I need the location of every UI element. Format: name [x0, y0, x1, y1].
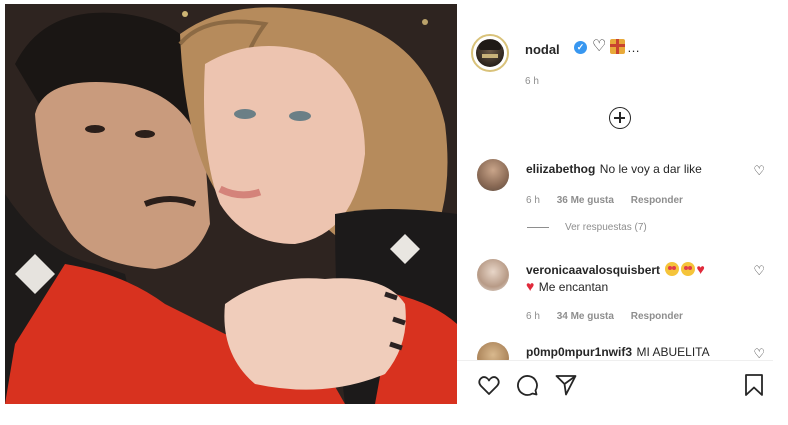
comment-meta: 6 h 36 Me gusta Responder — [526, 195, 697, 206]
post-side-panel: nodal ✓ ♡ … 6 h eliizabethog No le voy a… — [457, 4, 773, 404]
comment-username[interactable]: veronicaavalosquisbert — [526, 263, 660, 277]
author-username[interactable]: nodal — [525, 42, 560, 57]
reply-button[interactable]: Responder — [631, 311, 683, 322]
comment-username[interactable]: p0mp0mpur1nwif3 — [526, 345, 632, 359]
comment-like-icon[interactable]: ♡ — [753, 263, 765, 279]
comment-username[interactable]: eliizabethog — [526, 162, 595, 176]
comment-likes[interactable]: 36 Me gusta — [557, 195, 614, 206]
couple-selfie-image — [5, 4, 457, 404]
post-header: nodal ✓ ♡ … 6 h — [471, 34, 761, 87]
verified-badge-icon: ✓ — [574, 41, 587, 54]
heart-eyes-emoji-icon — [664, 262, 679, 276]
commenter-avatar[interactable] — [477, 159, 509, 191]
commenter-avatar[interactable] — [477, 259, 509, 291]
heart-outline-icon[interactable] — [477, 373, 501, 397]
reply-button[interactable]: Responder — [631, 195, 683, 206]
bookmark-icon[interactable] — [743, 373, 765, 397]
comment-time: 6 h — [526, 195, 540, 206]
comment-text: MI ABUELITA — [636, 345, 710, 359]
comment-time: 6 h — [526, 311, 540, 322]
heart-emoji-icon: ♡ — [592, 38, 607, 55]
comment-text: Me encantan — [538, 280, 609, 294]
caption-more: … — [627, 40, 640, 55]
plus-circle-icon[interactable] — [609, 107, 631, 129]
instagram-post: nodal ✓ ♡ … 6 h eliizabethog No le voy a… — [5, 4, 773, 404]
comment-meta: 6 h 34 Me gusta Responder — [526, 311, 697, 322]
view-replies[interactable]: Ver respuestas (7) — [527, 222, 647, 233]
view-replies-label[interactable]: Ver respuestas (7) — [565, 222, 647, 233]
post-time: 6 h — [525, 76, 539, 87]
heart-eyes-emoji-icon — [680, 262, 695, 276]
red-heart-emoji-icon: ♥ — [526, 278, 535, 294]
post-photo[interactable] — [5, 4, 457, 404]
red-heart-emoji-icon: ♥ — [696, 261, 705, 277]
paper-plane-icon[interactable] — [554, 373, 578, 397]
speech-bubble-icon[interactable] — [515, 373, 539, 397]
author-avatar[interactable] — [471, 34, 509, 72]
comment-like-icon[interactable]: ♡ — [753, 163, 765, 179]
comment-text: No le voy a dar like — [599, 162, 702, 176]
gift-emoji-icon — [610, 39, 625, 54]
replies-divider — [527, 226, 549, 228]
post-action-bar — [457, 360, 773, 404]
comment-likes[interactable]: 34 Me gusta — [557, 311, 614, 322]
